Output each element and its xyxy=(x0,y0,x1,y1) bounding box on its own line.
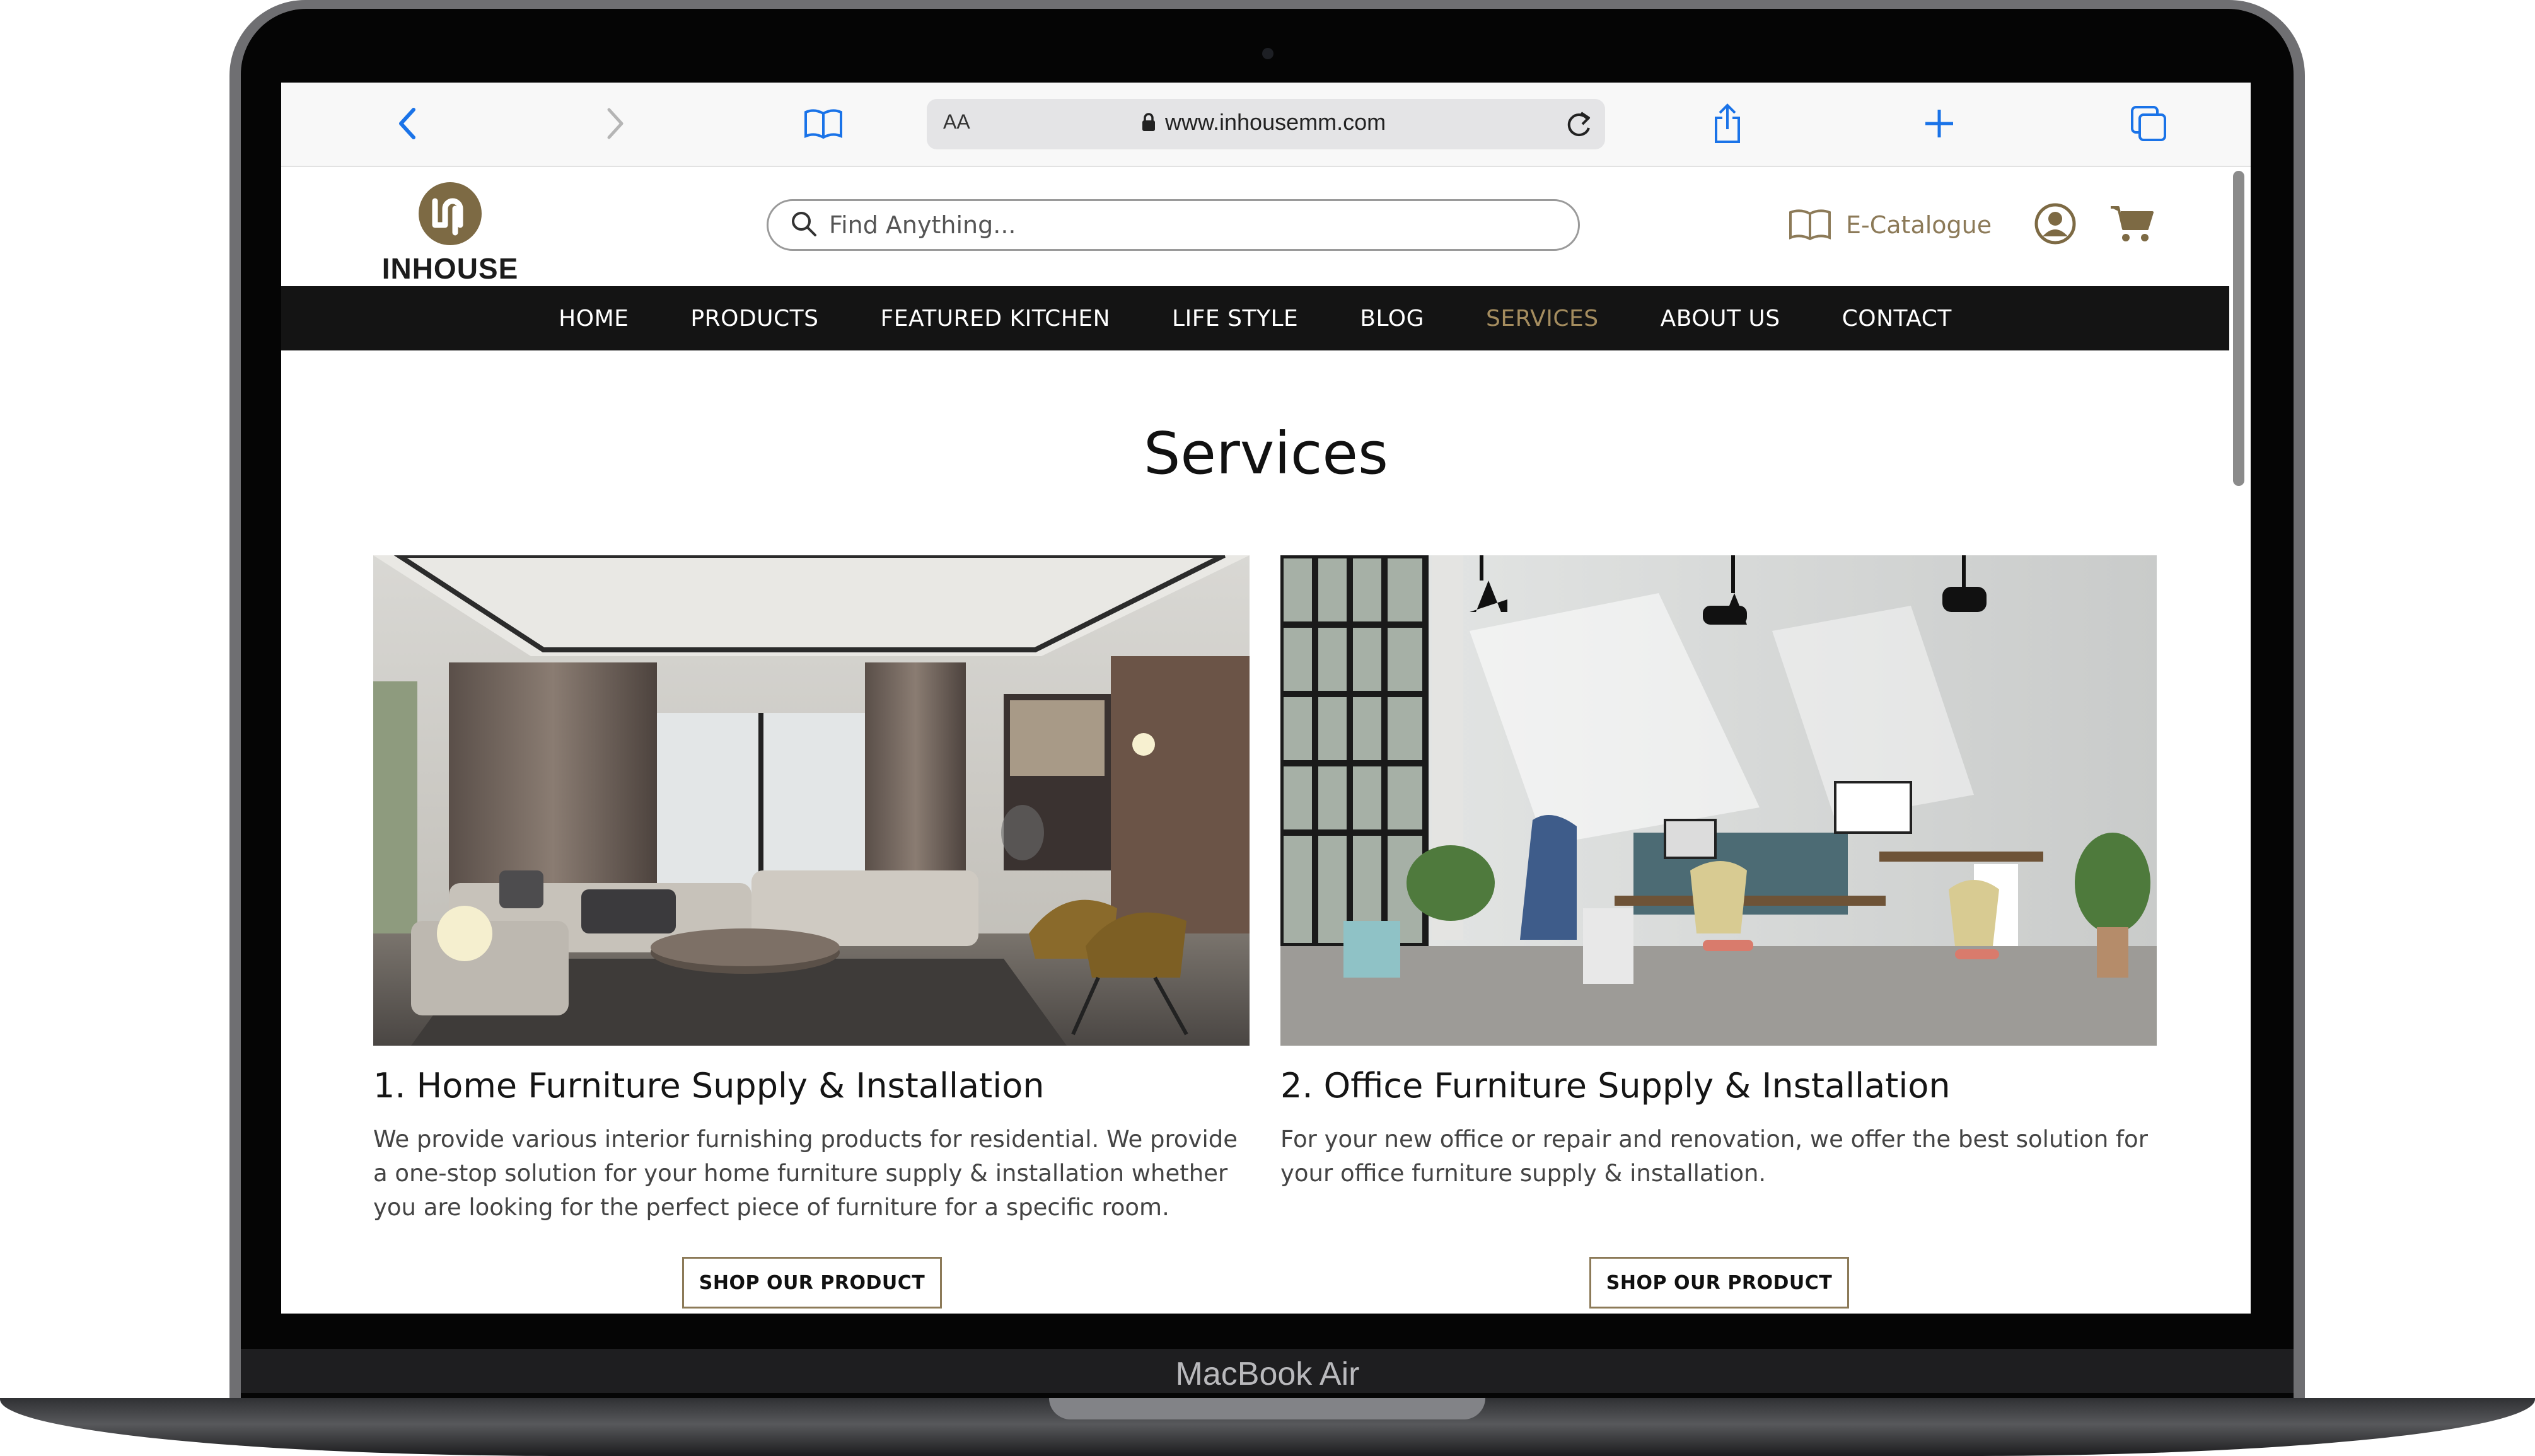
new-tab-icon[interactable] xyxy=(1919,101,1959,146)
search-input[interactable] xyxy=(828,211,1524,240)
catalogue-book-icon xyxy=(1789,209,1831,241)
account-icon[interactable] xyxy=(2034,202,2077,248)
forward-icon[interactable] xyxy=(596,101,634,146)
lock-icon xyxy=(1142,113,1155,131)
logo-text: INHOUSE xyxy=(381,252,519,285)
living-room-image xyxy=(373,555,1250,1046)
reload-icon[interactable] xyxy=(1562,107,1595,144)
main-nav: HOME PRODUCTS FEATURED KITCHEN LIFE STYL… xyxy=(281,286,2229,350)
text-size-button[interactable]: AA xyxy=(943,110,970,134)
url-text: www.inhousemm.com xyxy=(1165,109,1386,135)
office-image xyxy=(1280,555,2157,1046)
inhouse-logo-icon xyxy=(419,182,482,245)
nav-blog[interactable]: BLOG xyxy=(1329,306,1455,332)
nav-about-us[interactable]: ABOUT US xyxy=(1630,306,1811,332)
nav-contact[interactable]: CONTACT xyxy=(1811,306,1983,332)
service-title-home: 1. Home Furniture Supply & Installation xyxy=(373,1066,1045,1106)
address-bar[interactable]: AA www.inhousemm.com xyxy=(927,99,1605,149)
shop-our-product-button-office[interactable]: SHOP OUR PRODUCT xyxy=(1589,1257,1849,1309)
back-icon[interactable] xyxy=(388,101,426,146)
nav-products[interactable]: PRODUCTS xyxy=(659,306,849,332)
browser-screen: AA www.inhousemm.com INHOUSE Find Anythi… xyxy=(281,83,2251,1314)
site-logo[interactable]: INHOUSE xyxy=(368,181,532,285)
nav-featured-kitchen[interactable]: FEATURED KITCHEN xyxy=(850,306,1142,332)
service-card-home: 1. Home Furniture Supply & Installation … xyxy=(373,555,1250,1309)
bookmarks-icon[interactable] xyxy=(798,101,849,146)
tabs-icon[interactable] xyxy=(2128,101,2169,146)
nav-life-style[interactable]: LIFE STYLE xyxy=(1141,306,1329,332)
e-catalogue-label: E-Catalogue xyxy=(1846,211,1992,239)
search-icon xyxy=(790,210,818,240)
site-search[interactable] xyxy=(767,199,1580,251)
service-title-office: 2. Office Furniture Supply & Installatio… xyxy=(1280,1066,1951,1106)
nav-home[interactable]: HOME xyxy=(528,306,659,332)
service-desc-office: For your new office or repair and renova… xyxy=(1280,1126,2148,1187)
page-title: Services xyxy=(1144,420,1388,487)
webcam xyxy=(1262,48,1273,59)
service-card-office: 2. Office Furniture Supply & Installatio… xyxy=(1280,555,2157,1309)
shop-our-product-button-home[interactable]: SHOP OUR PRODUCT xyxy=(682,1257,942,1309)
laptop-hinge xyxy=(1049,1398,1485,1419)
cart-icon[interactable] xyxy=(2109,204,2155,246)
share-icon[interactable] xyxy=(1707,101,1748,146)
url-display[interactable]: www.inhousemm.com xyxy=(1141,109,1386,136)
nav-services[interactable]: SERVICES xyxy=(1455,306,1630,332)
e-catalogue-link[interactable]: E-Catalogue xyxy=(1788,207,1992,243)
device-label: MacBook Air xyxy=(1175,1356,1360,1392)
browser-toolbar: AA www.inhousemm.com xyxy=(281,83,2251,167)
service-desc-home: We provide various interior furnishing p… xyxy=(373,1126,1238,1221)
